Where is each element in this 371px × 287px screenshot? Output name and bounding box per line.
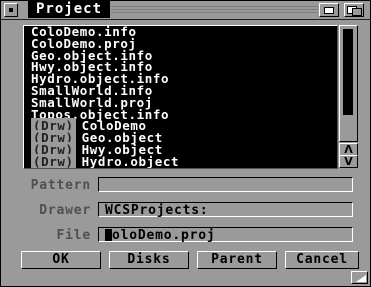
zoom-icon[interactable] <box>319 3 339 17</box>
depth-icon[interactable] <box>344 3 364 17</box>
list-item-name: Hydro.object <box>81 153 180 169</box>
pattern-label: Pattern <box>30 178 91 193</box>
list-item[interactable]: (Drw) Hydro.object <box>24 153 337 169</box>
pattern-input[interactable] <box>98 177 353 192</box>
scroll-down-icon[interactable]: V <box>339 155 358 168</box>
scroll-knob[interactable] <box>343 29 353 115</box>
drawer-input[interactable]: WCSProjects: <box>98 202 353 218</box>
disks-button[interactable]: Disks <box>109 251 189 269</box>
file-input[interactable]: oloDemo.proj <box>98 227 353 243</box>
parent-button[interactable]: Parent <box>197 251 277 269</box>
file-input-text: oloDemo.proj <box>112 228 216 243</box>
drawer-label: Drawer <box>39 203 91 218</box>
resize-icon[interactable] <box>351 271 368 284</box>
file-requester-window: Project ColoDemo.info ColoDemo.proj Geo.ob… <box>0 0 371 287</box>
scroll-track[interactable] <box>339 25 358 142</box>
list-scrollbar[interactable]: Λ V <box>338 25 358 168</box>
close-icon[interactable] <box>4 3 18 17</box>
title-bar-stripes <box>111 4 318 15</box>
file-list[interactable]: ColoDemo.info ColoDemo.proj Geo.object.inf… <box>23 25 338 169</box>
ok-button[interactable]: OK <box>21 251 101 269</box>
window-title: Project <box>28 1 111 18</box>
title-bar[interactable]: Project <box>1 1 370 20</box>
text-cursor <box>105 229 112 241</box>
cancel-button[interactable]: Cancel <box>285 251 359 269</box>
drawer-tag: (Drw) <box>31 153 76 169</box>
file-label: File <box>56 228 91 243</box>
